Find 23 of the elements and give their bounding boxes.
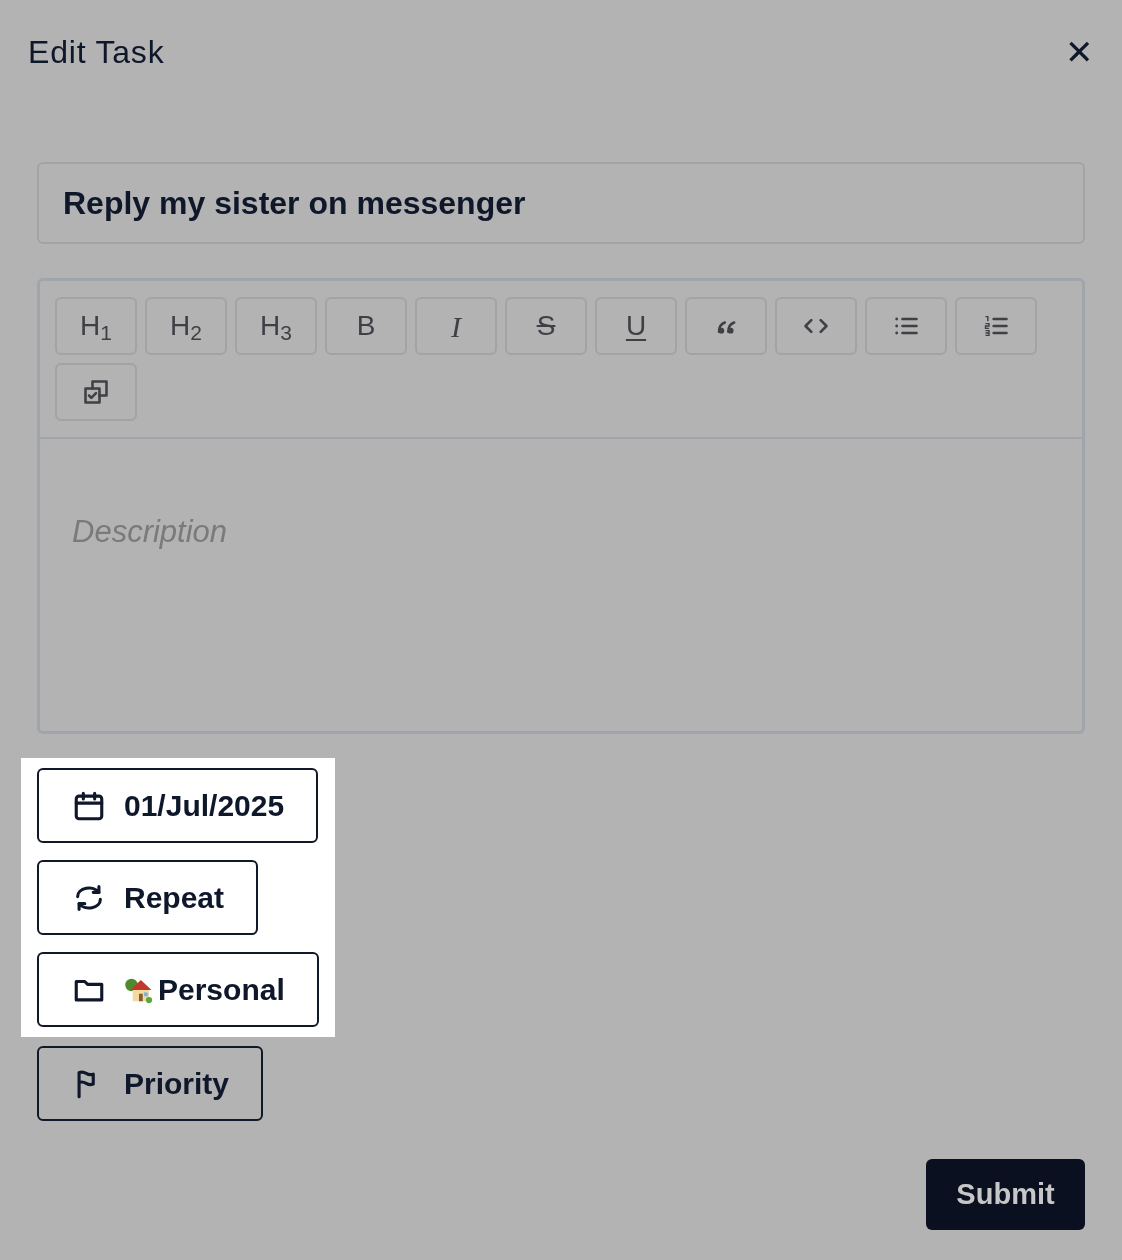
numbered-list-button[interactable] bbox=[955, 297, 1037, 355]
title-field[interactable]: Reply my sister on messenger bbox=[37, 162, 1085, 244]
submit-button[interactable]: Submit bbox=[926, 1159, 1085, 1230]
underline-button[interactable]: U bbox=[595, 297, 677, 355]
priority-button[interactable]: Priority bbox=[37, 1046, 264, 1121]
checklist-button[interactable] bbox=[55, 363, 137, 421]
bullet-list-button[interactable] bbox=[865, 297, 947, 355]
bold-button[interactable]: B bbox=[325, 297, 407, 355]
description-field[interactable]: Description bbox=[40, 439, 1082, 731]
code-button[interactable] bbox=[775, 297, 857, 355]
repeat-button[interactable]: Repeat bbox=[37, 860, 259, 935]
heading-button[interactable]: H$_{1}$ bbox=[55, 297, 137, 355]
checklist-icon bbox=[82, 378, 110, 406]
heading-button[interactable]: H$_{3}$ bbox=[235, 297, 317, 355]
heading-button[interactable]: H$_{2}$ bbox=[145, 297, 227, 355]
date-button[interactable]: 01/Jul/2025 bbox=[37, 768, 319, 843]
strikethrough-button[interactable]: S bbox=[505, 297, 587, 355]
project-button[interactable]: Personal bbox=[37, 952, 319, 1027]
quote-button[interactable] bbox=[685, 297, 767, 355]
italic-button[interactable]: I bbox=[415, 297, 497, 355]
close-button[interactable]: ✕ bbox=[1059, 32, 1099, 72]
dialog-title: Edit Task bbox=[28, 33, 165, 72]
description-editor[interactable]: H$_{1}$ H$_{2}$ H$_{3}$ B I S U Description bbox=[37, 278, 1085, 734]
